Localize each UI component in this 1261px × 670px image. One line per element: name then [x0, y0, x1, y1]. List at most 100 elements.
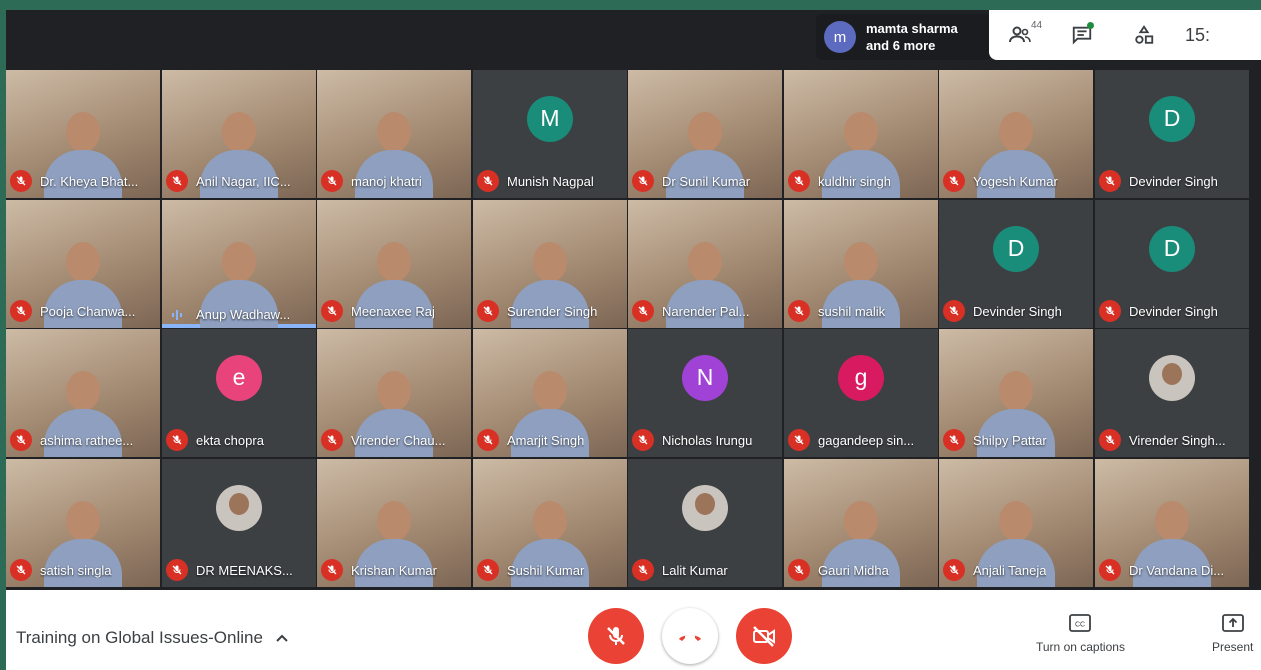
- participant-tile[interactable]: D Devinder Singh: [1095, 200, 1249, 328]
- participant-label: Surender Singh: [477, 300, 597, 322]
- participant-name: Virender Chau...: [351, 432, 446, 448]
- participant-name: gagandeep sin...: [818, 432, 915, 448]
- notification-line1: mamta sharma: [866, 21, 958, 36]
- participant-tile[interactable]: Dr Vandana Di...: [1095, 459, 1249, 587]
- participant-label: Dr Sunil Kumar: [632, 170, 750, 192]
- activities-button[interactable]: [1113, 10, 1175, 60]
- participant-name: Lalit Kumar: [662, 562, 728, 578]
- participant-tile[interactable]: Anil Nagar, IIC...: [162, 70, 316, 198]
- mic-muted-icon: [943, 170, 965, 192]
- camera-toggle-button[interactable]: [736, 608, 792, 664]
- participant-tile[interactable]: e ekta chopra: [162, 329, 316, 457]
- participant-tile[interactable]: Lalit Kumar: [628, 459, 782, 587]
- participant-label: Narender Pal...: [632, 300, 749, 322]
- participant-tile[interactable]: ashima rathee...: [6, 329, 160, 457]
- mic-muted-icon: [166, 170, 188, 192]
- mic-muted-icon: [477, 559, 499, 581]
- participant-tile[interactable]: g gagandeep sin...: [784, 329, 938, 457]
- participant-name: ekta chopra: [196, 432, 264, 448]
- people-icon: [1009, 26, 1031, 43]
- meet-window: m mamta sharma and 6 more 44 15: Dr. Khe…: [6, 10, 1261, 670]
- participant-label: Dr. Kheya Bhat...: [10, 170, 138, 192]
- participant-label: Dr Vandana Di...: [1099, 559, 1224, 581]
- closed-captions-icon: CC: [1069, 614, 1092, 632]
- participant-label: Sushil Kumar: [477, 559, 584, 581]
- participant-label: Krishan Kumar: [321, 559, 437, 581]
- participant-label: Amarjit Singh: [477, 429, 584, 451]
- participant-tile[interactable]: Anjali Taneja: [939, 459, 1093, 587]
- participant-tile[interactable]: Sushil Kumar: [473, 459, 627, 587]
- participant-label: ashima rathee...: [10, 429, 133, 451]
- camera-off-icon: [753, 626, 775, 647]
- participant-name: Amarjit Singh: [507, 432, 585, 448]
- participant-tile[interactable]: kuldhir singh: [784, 70, 938, 198]
- participant-tile[interactable]: Dr Sunil Kumar: [628, 70, 782, 198]
- participant-tile[interactable]: Surender Singh: [473, 200, 627, 328]
- participant-tile[interactable]: Yogesh Kumar: [939, 70, 1093, 198]
- mic-muted-icon: [321, 300, 343, 322]
- mic-muted-icon: [632, 429, 654, 451]
- participant-tile[interactable]: sushil malik: [784, 200, 938, 328]
- participant-tile[interactable]: Krishan Kumar: [317, 459, 471, 587]
- participant-tile[interactable]: Pooja Chanwa...: [6, 200, 160, 328]
- participant-tile[interactable]: DR MEENAKS...: [162, 459, 316, 587]
- participant-photo-avatar: [1149, 354, 1195, 401]
- participant-initial-avatar: D: [1149, 95, 1195, 142]
- participant-tile[interactable]: N Nicholas Irungu: [628, 329, 782, 457]
- participant-tile[interactable]: Amarjit Singh: [473, 329, 627, 457]
- participant-tile[interactable]: Shilpy Pattar: [939, 329, 1093, 457]
- participant-tile[interactable]: satish singla: [6, 459, 160, 587]
- mic-muted-icon: [632, 559, 654, 581]
- mic-muted-icon: [321, 429, 343, 451]
- hang-up-icon: [679, 635, 701, 641]
- mic-toggle-button[interactable]: [588, 608, 644, 664]
- participant-label: Munish Nagpal: [477, 170, 594, 192]
- mic-muted-icon: [321, 170, 343, 192]
- mic-muted-icon: [943, 300, 965, 322]
- participant-label: manoj khatri: [321, 170, 422, 192]
- participant-label: Lalit Kumar: [632, 559, 728, 581]
- meeting-title: Training on Global Issues-Online: [16, 628, 263, 647]
- participant-name: Devinder Singh: [1129, 173, 1218, 189]
- leave-call-button[interactable]: [662, 608, 718, 664]
- participant-label: Devinder Singh: [1099, 300, 1218, 322]
- participant-tile[interactable]: Virender Singh...: [1095, 329, 1249, 457]
- mic-muted-icon: [477, 170, 499, 192]
- participant-name: Dr Vandana Di...: [1129, 562, 1225, 578]
- mic-muted-icon: [1099, 429, 1121, 451]
- participant-tile[interactable]: Dr. Kheya Bhat...: [6, 70, 160, 198]
- present-screen-icon: [1221, 614, 1244, 632]
- present-button[interactable]: Present: [1212, 614, 1253, 654]
- mic-muted-icon: [788, 429, 810, 451]
- participant-label: Anjali Taneja: [943, 559, 1046, 581]
- chevron-up-icon: [276, 634, 288, 642]
- participant-tile[interactable]: Gauri Midha: [784, 459, 938, 587]
- participant-name: Devinder Singh: [973, 303, 1062, 319]
- participants-button[interactable]: 44: [989, 10, 1051, 60]
- participant-tile[interactable]: Meenaxee Raj: [317, 200, 471, 328]
- participant-name: Anjali Taneja: [973, 562, 1047, 578]
- mic-muted-icon: [632, 300, 654, 322]
- captions-label: Turn on captions: [1036, 640, 1125, 654]
- participant-tile[interactable]: manoj khatri: [317, 70, 471, 198]
- participant-tile[interactable]: M Munish Nagpal: [473, 70, 627, 198]
- join-notification[interactable]: m mamta sharma and 6 more: [816, 14, 991, 60]
- chat-unread-dot: [1087, 22, 1094, 29]
- participant-tile[interactable]: D Devinder Singh: [1095, 70, 1249, 198]
- mic-muted-icon: [788, 170, 810, 192]
- participant-name: Nicholas Irungu: [662, 432, 753, 448]
- chat-button[interactable]: [1051, 10, 1113, 60]
- mic-muted-icon: [788, 300, 810, 322]
- participant-name: sushil malik: [818, 303, 886, 319]
- participant-label: Anup Wadhaw...: [166, 307, 290, 322]
- top-toolbar: 44 15:: [989, 10, 1261, 60]
- participant-tile[interactable]: Narender Pal...: [628, 200, 782, 328]
- participant-tile[interactable]: Anup Wadhaw...: [162, 200, 316, 328]
- meeting-details-button[interactable]: Training on Global Issues-Online: [16, 628, 289, 648]
- captions-button[interactable]: CC Turn on captions: [1036, 614, 1125, 654]
- participant-tile[interactable]: D Devinder Singh: [939, 200, 1093, 328]
- participant-label: gagandeep sin...: [788, 429, 914, 451]
- mic-muted-icon: [1099, 170, 1121, 192]
- participant-initial-avatar: N: [682, 354, 728, 401]
- participant-tile[interactable]: Virender Chau...: [317, 329, 471, 457]
